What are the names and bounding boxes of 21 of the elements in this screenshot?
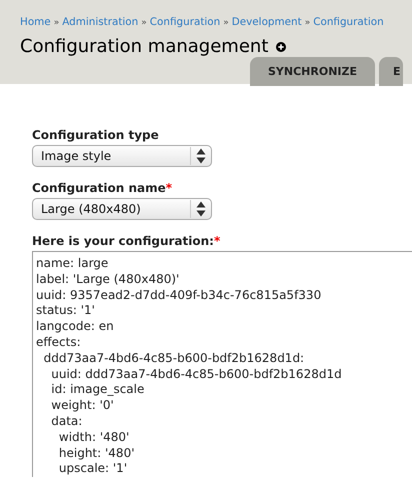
plus-circle-icon[interactable]	[276, 42, 286, 52]
breadcrumb-separator: »	[54, 17, 60, 30]
breadcrumb-separator: »	[141, 17, 147, 30]
breadcrumb-link[interactable]: Development	[232, 16, 302, 31]
config-textarea[interactable]: name: large label: 'Large (480x480)' uuid: 9357ead2-d7dd-409f-b34c-76c815a5f330 status: '1' langcode: en effects: ddd73aa7-4bd6-4c85-b600-bdf2b1628d1d: uuid: ddd73aa7-4bd6-4c85-b600-bdf2b1628d1d id: image_scale weight: '0' data: width: '480' height: '480' upscale: '1'	[32, 251, 412, 478]
page-title: Configuration management	[20, 36, 268, 57]
breadcrumb-link[interactable]: Configuration	[313, 16, 384, 31]
breadcrumb-link[interactable]: Home	[20, 16, 51, 31]
breadcrumb-link[interactable]: Administration	[62, 16, 138, 31]
field-label: Configuration type	[32, 128, 160, 142]
tab[interactable]: E	[378, 57, 402, 86]
required-mark: *	[166, 181, 172, 195]
tab[interactable]: SYNCHRONIZE	[250, 57, 375, 86]
dropdown-select[interactable]: Image style	[32, 145, 212, 167]
field-label: Here is your configuration:*	[32, 234, 222, 248]
required-mark: *	[214, 234, 220, 248]
dropdown-select[interactable]: Large (480x480)	[32, 198, 212, 220]
breadcrumb-link[interactable]: Configuration	[150, 16, 220, 31]
field-label: Configuration name*	[32, 181, 174, 195]
breadcrumb-separator: »	[223, 17, 229, 30]
breadcrumb-separator: »	[304, 17, 310, 30]
